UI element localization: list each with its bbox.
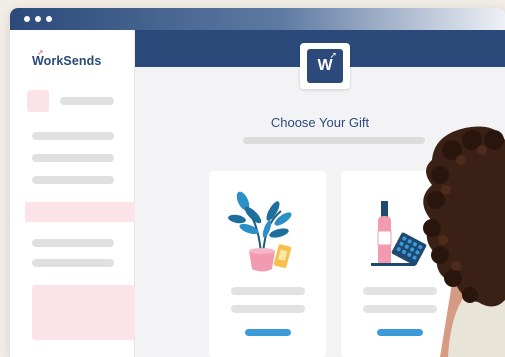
- window-control-dot[interactable]: [46, 16, 52, 22]
- page-title: Choose Your Gift: [270, 115, 370, 130]
- main-content: W ➚ Choose Your Gift: [135, 30, 505, 357]
- sidebar-item-placeholder[interactable]: [32, 132, 114, 140]
- window-control-dot[interactable]: [35, 16, 41, 22]
- sidebar-item-placeholder[interactable]: [32, 154, 114, 162]
- brand-logo[interactable]: ➚ WorkSends: [32, 48, 101, 68]
- sidebar-item-active[interactable]: [25, 202, 135, 222]
- sidebar: ➚ WorkSends: [10, 30, 135, 357]
- sidebar-item-placeholder[interactable]: [32, 259, 114, 267]
- sidebar-item-placeholder[interactable]: [32, 176, 114, 184]
- wine-and-chocolate-gift-icon: [371, 201, 427, 266]
- sidebar-item-placeholder[interactable]: [32, 239, 114, 247]
- sidebar-promo-block: [32, 285, 135, 340]
- w-logo-icon: W ➚: [307, 49, 343, 83]
- window-control-dot[interactable]: [24, 16, 30, 22]
- gift-name-placeholder: [231, 287, 305, 295]
- gift-desc-placeholder: [231, 305, 305, 313]
- gift-card[interactable]: [209, 171, 326, 357]
- logo-arrow-icon: ➚: [37, 48, 44, 57]
- gift-name-placeholder: [363, 287, 437, 295]
- sidebar-avatar-placeholder: [27, 90, 49, 112]
- gift-card[interactable]: [341, 171, 458, 357]
- sidebar-placeholder-line: [60, 97, 114, 105]
- badge-arrow-icon: ➚: [329, 50, 337, 60]
- subtitle-placeholder: [243, 137, 425, 144]
- gift-desc-placeholder: [363, 305, 437, 313]
- potted-plant-gift-icon: [228, 191, 292, 272]
- select-gift-button[interactable]: [245, 329, 291, 336]
- brand-badge: W ➚: [300, 43, 350, 89]
- browser-window: ➚ WorkSends W ➚ Choose Your Gift: [10, 8, 505, 357]
- select-gift-button[interactable]: [377, 329, 423, 336]
- window-titlebar: [10, 8, 505, 30]
